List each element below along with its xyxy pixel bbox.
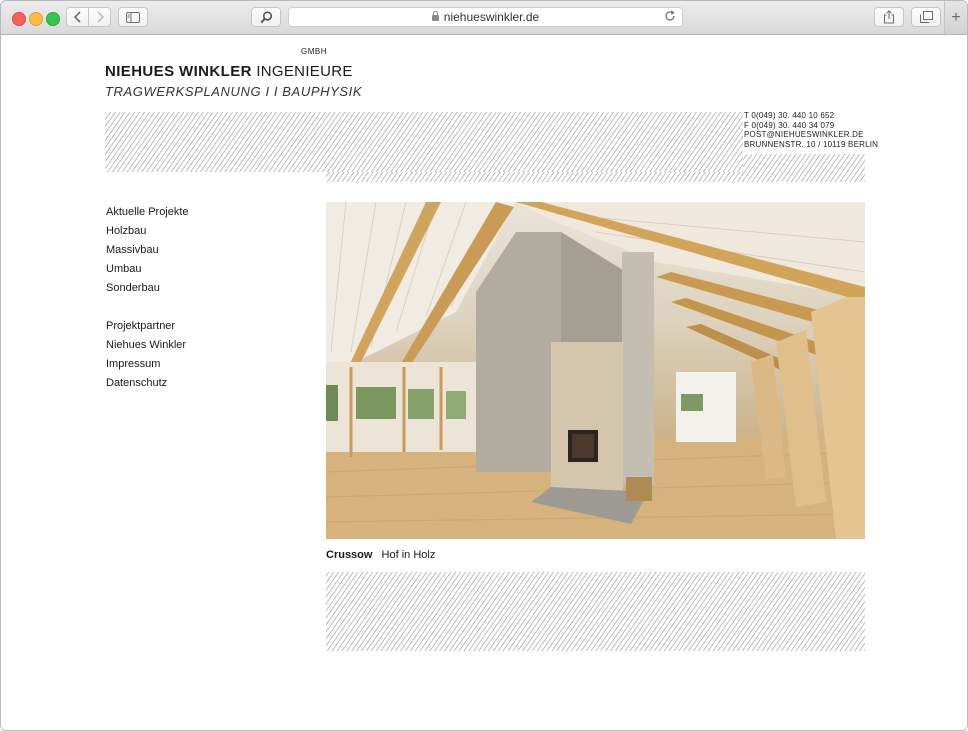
brand-tagline: TRAGWERKSPLANUNG I I BAUPHYSIK (105, 84, 363, 99)
sidebar-icon (126, 11, 140, 23)
nav-item-datenschutz[interactable]: Datenschutz (106, 374, 189, 393)
brand-name-rest: INGENIEURE (256, 63, 353, 80)
nav-item-umbau[interactable]: Umbau (106, 260, 189, 279)
project-subtitle: Hof in Holz (381, 549, 436, 561)
contact-email[interactable]: POST@NIEHUESWINKLER.DE (744, 130, 866, 140)
close-window-button[interactable] (12, 12, 26, 26)
address-bar[interactable]: niehueswinkler.de (288, 7, 683, 27)
project-caption: Crussow Hof in Holz (326, 549, 435, 561)
share-icon (884, 10, 894, 24)
search-button[interactable] (251, 7, 281, 27)
chevron-right-icon (96, 11, 104, 23)
browser-window: niehueswinkler.de + GMBH NIEHUES WINKLER… (0, 0, 968, 731)
minimize-window-button[interactable] (29, 12, 43, 26)
hatch-pattern-bottom (326, 572, 865, 651)
main-navigation: Aktuelle Projekte Holzbau Massivbau Umba… (106, 203, 189, 393)
url-text: niehueswinkler.de (443, 10, 540, 24)
brand-gmbh: GMBH (301, 47, 327, 56)
browser-toolbar: niehueswinkler.de + (1, 1, 967, 35)
nav-item-projektpartner[interactable]: Projektpartner (106, 317, 189, 336)
contact-address: BRUNNENSTR. 10 / 10119 BERLIN (744, 139, 879, 149)
project-title[interactable]: Crussow (326, 549, 372, 561)
brand-name-bold: NIEHUES WINKLER (105, 63, 252, 80)
contact-info: T 0(049) 30. 440 10 652 F 0(049) 30. 440… (743, 111, 879, 154)
search-icon (259, 10, 272, 23)
maximize-window-button[interactable] (46, 12, 60, 26)
contact-phone: T 0(049) 30. 440 10 652 (744, 111, 835, 120)
project-photo-illustration (326, 202, 865, 539)
contact-fax: F 0(049) 30. 440 34 079 (744, 120, 835, 130)
nav-item-sonderbau[interactable]: Sonderbau (106, 279, 189, 298)
tabs-icon (919, 11, 933, 23)
nav-item-massivbau[interactable]: Massivbau (106, 241, 189, 260)
show-tabs-button[interactable] (911, 7, 941, 27)
nav-item-impressum[interactable]: Impressum (106, 355, 189, 374)
nav-item-holzbau[interactable]: Holzbau (106, 222, 189, 241)
new-tab-button[interactable]: + (944, 1, 967, 34)
project-photo[interactable] (326, 202, 865, 539)
web-page: GMBH NIEHUES WINKLER INGENIEURE TRAGWERK… (1, 35, 967, 730)
nav-item-niehues-winkler[interactable]: Niehues Winkler (106, 336, 189, 355)
sidebar-toggle-button[interactable] (118, 7, 148, 27)
share-button[interactable] (874, 7, 904, 27)
plus-icon: + (951, 8, 961, 26)
nav-item-aktuelle-projekte[interactable]: Aktuelle Projekte (106, 203, 189, 222)
hatch-pattern-top (105, 112, 743, 172)
chevron-left-icon (73, 11, 81, 23)
reload-icon[interactable] (664, 10, 676, 25)
lock-icon (431, 11, 439, 21)
site-logo[interactable]: NIEHUES WINKLER INGENIEURE (105, 63, 353, 80)
forward-button[interactable] (88, 7, 111, 27)
back-button[interactable] (66, 7, 89, 27)
